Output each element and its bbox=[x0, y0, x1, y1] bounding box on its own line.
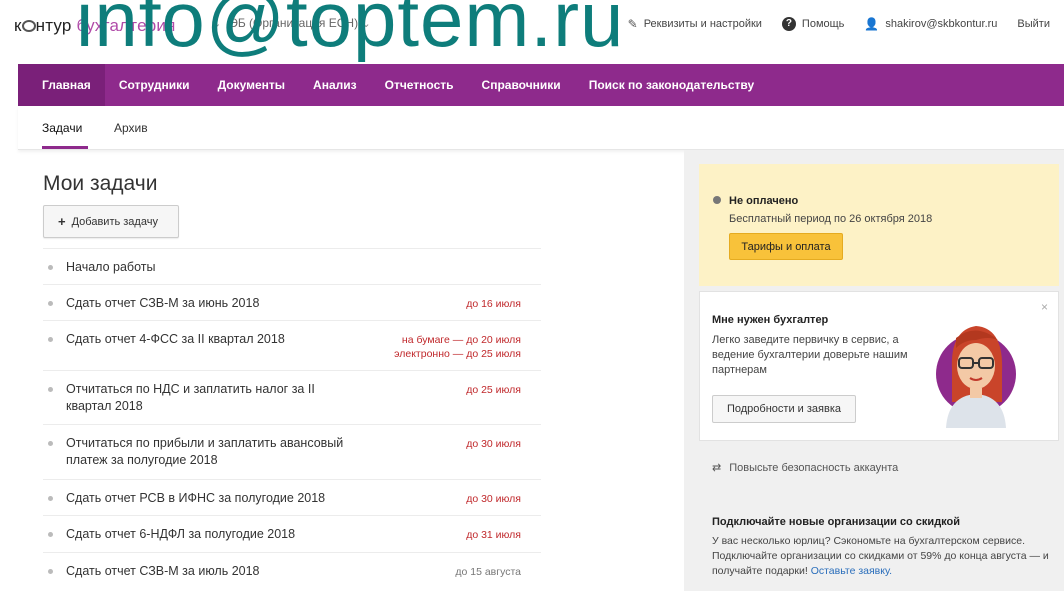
nav-item-employees[interactable]: Сотрудники bbox=[105, 64, 204, 106]
list-item[interactable]: Начало работы bbox=[43, 248, 541, 284]
chevron-down-icon: ⌄ bbox=[212, 18, 222, 30]
nav-item-directories[interactable]: Справочники bbox=[468, 64, 575, 106]
details-button[interactable]: Подробности и заявка bbox=[712, 395, 856, 423]
payment-subtitle: Бесплатный период по 26 октября 2018 bbox=[729, 213, 933, 225]
arrows-icon: ⇄ bbox=[712, 462, 722, 474]
security-link[interactable]: ⇄ Повысьте безопасность аккаунта bbox=[712, 461, 898, 475]
tab-archive[interactable]: Архив bbox=[114, 121, 148, 135]
due-date: до 16 июля bbox=[466, 298, 521, 310]
list-item[interactable]: Сдать отчет 6-НДФЛ за полугодие 2018 до … bbox=[43, 515, 541, 552]
wrench-icon: ✎ bbox=[627, 17, 638, 31]
help-icon: ? bbox=[781, 17, 796, 31]
bullet-icon bbox=[48, 387, 53, 392]
payment-card: Не оплачено Бесплатный период по 26 октя… bbox=[699, 164, 1059, 286]
bullet-icon bbox=[48, 496, 53, 501]
accountant-card: × Мне нужен бухгалтер Легко заведите пер… bbox=[699, 291, 1059, 441]
close-icon[interactable]: × bbox=[1041, 300, 1048, 314]
top-bar: к нтур бухгалтерия ⌄ ЭБ (Организация ЕСН) … bbox=[0, 0, 1064, 52]
nav-item-documents[interactable]: Документы bbox=[204, 64, 299, 106]
due-date: до 15 августа bbox=[455, 566, 521, 578]
logo-circle-icon bbox=[21, 20, 36, 32]
bullet-icon bbox=[48, 265, 53, 270]
org-name: ЭБ (Организация ЕСН) bbox=[229, 16, 359, 30]
main-nav: Главная Сотрудники Документы Анализ Отче… bbox=[18, 64, 1064, 106]
promo-text: У вас несколько юрлиц? Сэкономьте на бух… bbox=[712, 535, 1049, 577]
due-date: до 30 июля bbox=[466, 438, 521, 450]
user-link[interactable]: 👤 shakirov@skbkontur.ru bbox=[864, 17, 997, 31]
due-date: до 30 июля bbox=[466, 493, 521, 505]
sidebar: Не оплачено Бесплатный период по 26 октя… bbox=[684, 150, 1064, 591]
tariffs-button[interactable]: Тарифы и оплата bbox=[729, 233, 843, 260]
nav-item-analysis[interactable]: Анализ bbox=[299, 64, 371, 106]
page-title: Мои задачи bbox=[43, 172, 158, 195]
nav-item-reporting[interactable]: Отчетность bbox=[371, 64, 468, 106]
accountant-avatar-icon bbox=[936, 326, 1016, 428]
list-item[interactable]: Сдать отчет 4-ФСС за II квартал 2018 на … bbox=[43, 320, 541, 370]
accountant-title: Мне нужен бухгалтер bbox=[712, 314, 829, 326]
help-link[interactable]: ? Помощь bbox=[781, 17, 844, 31]
payment-title: Не оплачено bbox=[729, 195, 799, 207]
org-select[interactable]: ⌄ ЭБ (Организация ЕСН) ⌄ bbox=[212, 16, 379, 30]
active-tab-indicator bbox=[42, 146, 88, 149]
top-links: ✎ Реквизиты и настройки ? Помощь 👤 shaki… bbox=[628, 17, 1050, 31]
list-item[interactable]: Сдать отчет СЗВ-М за июнь 2018 до 16 июл… bbox=[43, 284, 541, 320]
plus-icon: + bbox=[58, 214, 66, 229]
nav-item-law-search[interactable]: Поиск по законодательству bbox=[575, 64, 768, 106]
bullet-icon bbox=[48, 337, 53, 342]
add-task-button[interactable]: + Добавить задачу bbox=[43, 205, 179, 238]
bullet-icon bbox=[48, 569, 53, 574]
list-item[interactable]: Отчитаться по НДС и заплатить налог за I… bbox=[43, 370, 541, 424]
bullet-icon bbox=[48, 532, 53, 537]
settings-link[interactable]: ✎ Реквизиты и настройки bbox=[628, 17, 762, 31]
subtabs: Задачи Архив bbox=[18, 106, 1064, 150]
info-icon bbox=[713, 196, 721, 204]
promo-link[interactable]: Оставьте заявку. bbox=[811, 565, 892, 577]
bullet-icon bbox=[48, 301, 53, 306]
promo-title: Подключайте новые организации со скидкой bbox=[712, 516, 961, 528]
chevron-down-icon: ⌄ bbox=[361, 18, 371, 30]
list-item[interactable]: Сдать отчет СЗВ-М за июль 2018 до 15 авг… bbox=[43, 552, 541, 588]
list-item[interactable]: Отчитаться по прибыли и заплатить авансо… bbox=[43, 424, 541, 479]
user-icon: 👤 bbox=[864, 17, 880, 31]
due-date: на бумаге — до 20 июля электронно — до 25… bbox=[394, 334, 521, 360]
list-item[interactable]: Сдать отчет РСВ в ИФНС за полугодие 2018… bbox=[43, 479, 541, 515]
logo[interactable]: к нтур бухгалтерия bbox=[14, 16, 176, 36]
accountant-text: Легко заведите первичку в сервис, а веде… bbox=[712, 334, 908, 376]
tab-tasks[interactable]: Задачи bbox=[42, 121, 82, 135]
nav-item-home[interactable]: Главная bbox=[18, 64, 105, 106]
due-date: до 25 июля bbox=[466, 384, 521, 396]
due-date: до 31 июля bbox=[466, 529, 521, 541]
logout-link[interactable]: Выйти bbox=[1017, 18, 1050, 30]
bullet-icon bbox=[48, 441, 53, 446]
